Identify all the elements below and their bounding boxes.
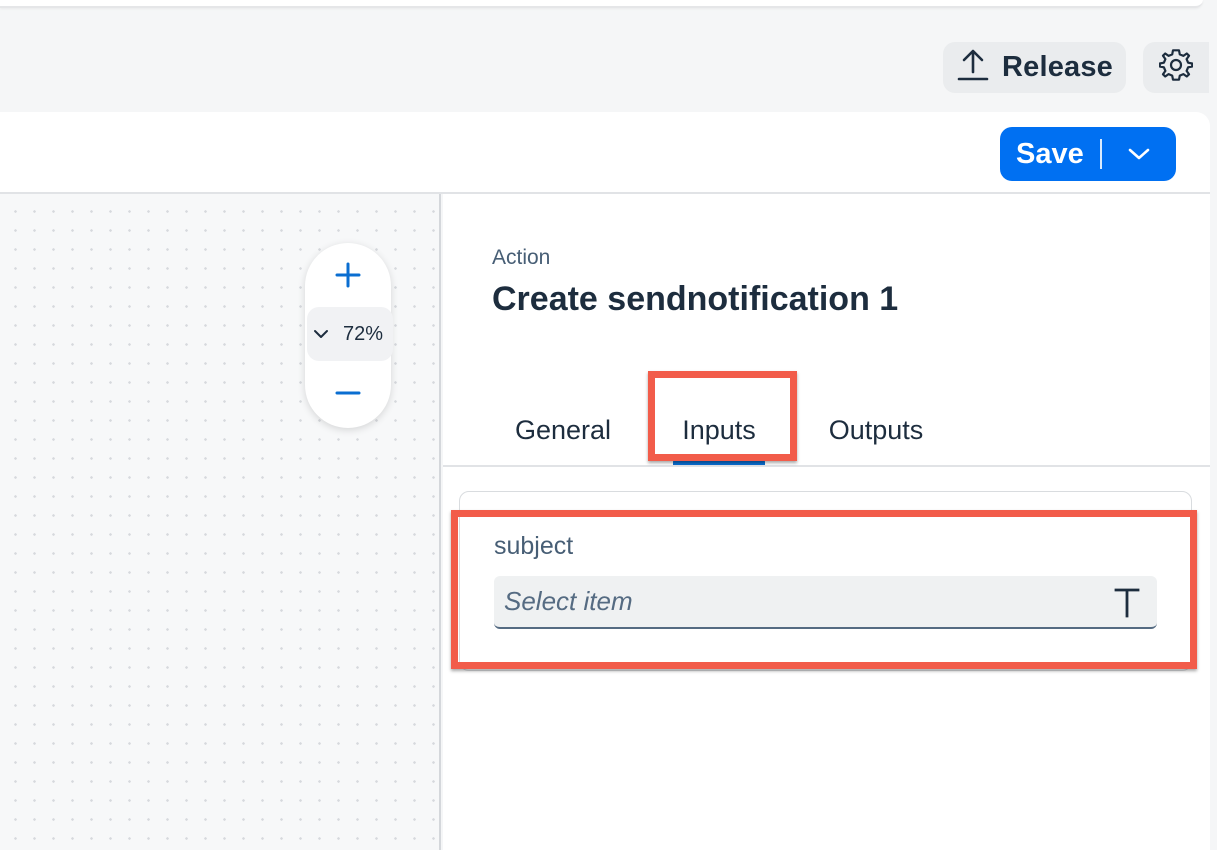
tab-general[interactable]: General [499,395,627,465]
subject-input[interactable] [494,576,1097,627]
settings-button[interactable] [1143,42,1209,93]
panel-title: Create sendnotification 1 [492,280,899,318]
save-label: Save [1016,137,1084,170]
subject-field[interactable] [494,576,1157,629]
zoom-level-dropdown[interactable]: 72% [307,307,393,361]
release-button[interactable]: Release [943,42,1126,93]
release-label: Release [1001,51,1114,83]
zoom-control: 72% [305,243,393,428]
gear-icon [1158,48,1194,87]
tab-bar: General Inputs Outputs [443,395,1210,467]
tab-selected-indicator [673,459,765,465]
chevron-down-icon [314,330,328,338]
save-button[interactable]: Save [1000,127,1176,181]
panel-kicker: Action [492,246,551,269]
top-bar [0,0,1203,8]
chevron-down-icon[interactable] [1102,146,1176,162]
plus-icon [335,262,361,293]
text-type-icon[interactable] [1097,586,1157,618]
tab-outputs[interactable]: Outputs [809,395,943,465]
upload-icon [956,48,990,87]
zoom-out-button[interactable] [305,365,391,425]
subject-label: subject [494,532,574,560]
zoom-level-value: 72% [343,322,384,345]
minus-icon [335,380,361,411]
zoom-in-button[interactable] [305,247,391,307]
tab-inputs[interactable]: Inputs [659,395,779,465]
